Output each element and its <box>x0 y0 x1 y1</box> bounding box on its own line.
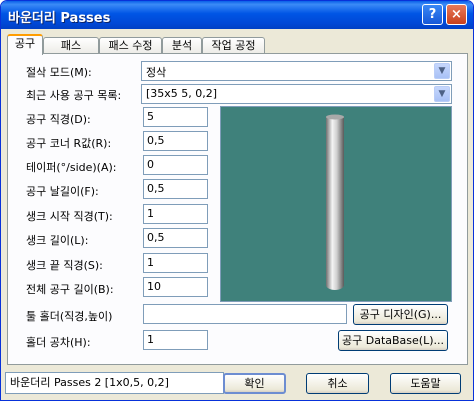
end-mill-icon <box>326 114 344 290</box>
holder-tolerance-label: 홀더 공차(H): <box>26 336 91 349</box>
tool-design-button[interactable]: 공구 디자인(G)... <box>353 304 448 325</box>
chevron-down-icon[interactable]: ▼ <box>434 86 450 102</box>
total-length-label: 전체 공구 길이(B): <box>26 283 114 296</box>
window-title: 바운더리 Passes <box>8 11 111 26</box>
close-button[interactable]: × <box>446 4 467 25</box>
tool-database-button[interactable]: 공구 DataBase(L)... <box>338 330 448 351</box>
recent-tools-label: 최근 사용 공구 목록: <box>26 89 122 102</box>
tool-diameter-label: 공구 직경(D): <box>26 113 91 126</box>
shank-start-diameter-label: 생크 시작 직경(T): <box>26 210 113 223</box>
tool-preview <box>220 106 452 302</box>
corner-radius-input[interactable]: 0,5 <box>143 131 208 151</box>
tab-pass-edit[interactable]: 패스 수정 <box>99 37 162 54</box>
holder-tolerance-input[interactable]: 1 <box>143 330 208 350</box>
tab-analysis[interactable]: 분석 <box>162 37 202 54</box>
cut-mode-label: 절삭 모드(M): <box>26 66 92 79</box>
flute-length-label: 공구 날길이(F): <box>26 185 99 198</box>
flute-length-input[interactable]: 0,5 <box>143 179 208 199</box>
shank-length-label: 생크 길이(L): <box>26 234 89 247</box>
tab-pass[interactable]: 패스 <box>43 37 99 54</box>
shank-end-diameter-label: 생크 끝 직경(S): <box>26 259 103 272</box>
cut-mode-value: 정삭 <box>146 66 167 79</box>
cut-mode-select[interactable]: 정삭 ▼ <box>141 61 452 81</box>
shank-end-diameter-input[interactable]: 1 <box>143 253 208 273</box>
taper-input[interactable]: 0 <box>143 155 208 175</box>
tab-process[interactable]: 작업 공정 <box>202 37 265 54</box>
help-button[interactable]: 도움말 <box>390 373 461 394</box>
total-length-input[interactable]: 10 <box>143 277 208 297</box>
tool-tab-panel: 절삭 모드(M): 정삭 ▼ 최근 사용 공구 목록: [35x5 5, 0,2… <box>7 53 468 365</box>
dialog-window: 바운더리 Passes ? × 공구 패스 패스 수정 분석 작업 공정 절삭 … <box>0 0 474 401</box>
shank-length-input[interactable]: 0,5 <box>143 228 208 248</box>
holder-input[interactable] <box>143 304 347 324</box>
shank-start-diameter-input[interactable]: 1 <box>143 204 208 224</box>
help-title-button[interactable]: ? <box>422 4 443 25</box>
holder-label: 툴 홀더(직경,높이) <box>26 310 113 323</box>
recent-tools-value: [35x5 5, 0,2] <box>146 87 218 100</box>
corner-radius-label: 공구 코너 R값(R): <box>26 137 112 150</box>
title-bar[interactable]: 바운더리 Passes ? × <box>1 1 473 29</box>
tool-diameter-input[interactable]: 5 <box>143 107 208 127</box>
taper-label: 테이퍼(°/side)(A): <box>26 161 117 174</box>
ok-button[interactable]: 확인 <box>223 373 286 394</box>
recent-tools-select[interactable]: [35x5 5, 0,2] ▼ <box>141 84 452 104</box>
chevron-down-icon[interactable]: ▼ <box>434 63 450 79</box>
cancel-button[interactable]: 취소 <box>306 373 369 394</box>
tab-tool[interactable]: 공구 <box>7 34 43 55</box>
status-field: 바운더리 Passes 2 [1x0,5, 0,2] <box>5 372 224 394</box>
